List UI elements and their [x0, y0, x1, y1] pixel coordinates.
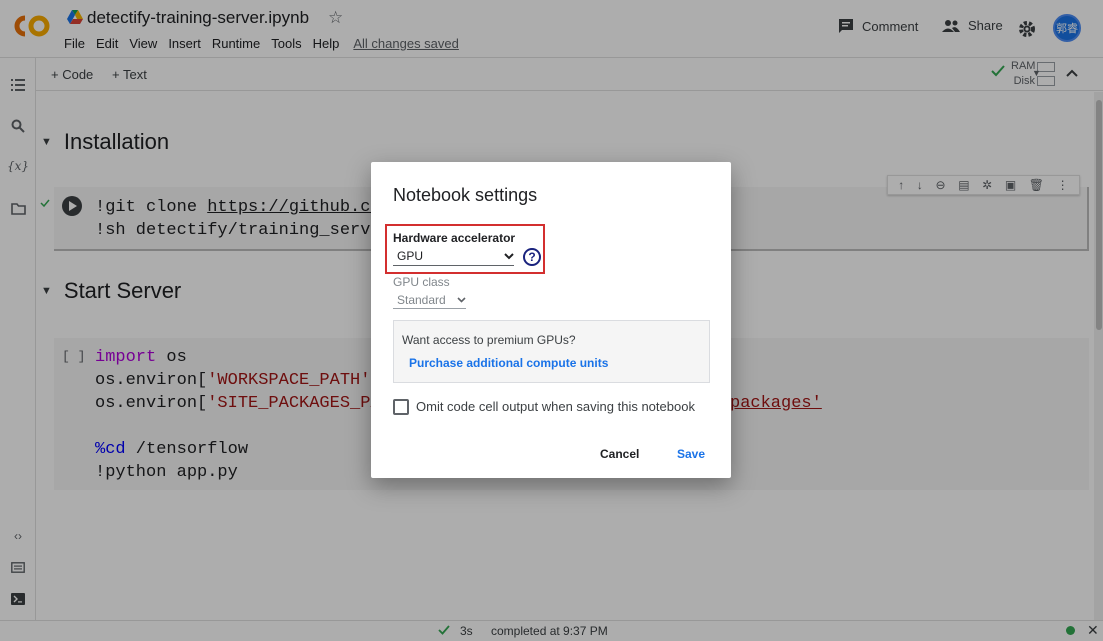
purchase-compute-link[interactable]: Purchase additional compute units [409, 356, 608, 370]
gpu-class-label: GPU class [393, 275, 450, 289]
notebook-settings-dialog: Notebook settings Hardware accelerator G… [371, 162, 731, 478]
omit-output-checkbox[interactable] [393, 399, 409, 415]
dialog-title: Notebook settings [393, 185, 538, 205]
cancel-button[interactable]: Cancel [600, 447, 639, 461]
premium-question: Want access to premium GPUs? [402, 333, 576, 347]
gpu-class-select[interactable]: Standard [393, 291, 466, 309]
save-button[interactable]: Save [677, 447, 705, 461]
hardware-accelerator-select[interactable]: GPU [393, 247, 514, 266]
help-icon[interactable]: ? [523, 248, 541, 266]
chevron-down-icon [457, 296, 466, 303]
chevron-down-icon [504, 252, 514, 259]
omit-output-label[interactable]: Omit code cell output when saving this n… [416, 399, 695, 414]
hardware-accelerator-label: Hardware accelerator [393, 231, 516, 245]
selected-accelerator: GPU [397, 249, 424, 263]
premium-gpu-notice: Want access to premium GPUs? Purchase ad… [393, 320, 710, 383]
selected-gpu-class: Standard [397, 292, 446, 307]
